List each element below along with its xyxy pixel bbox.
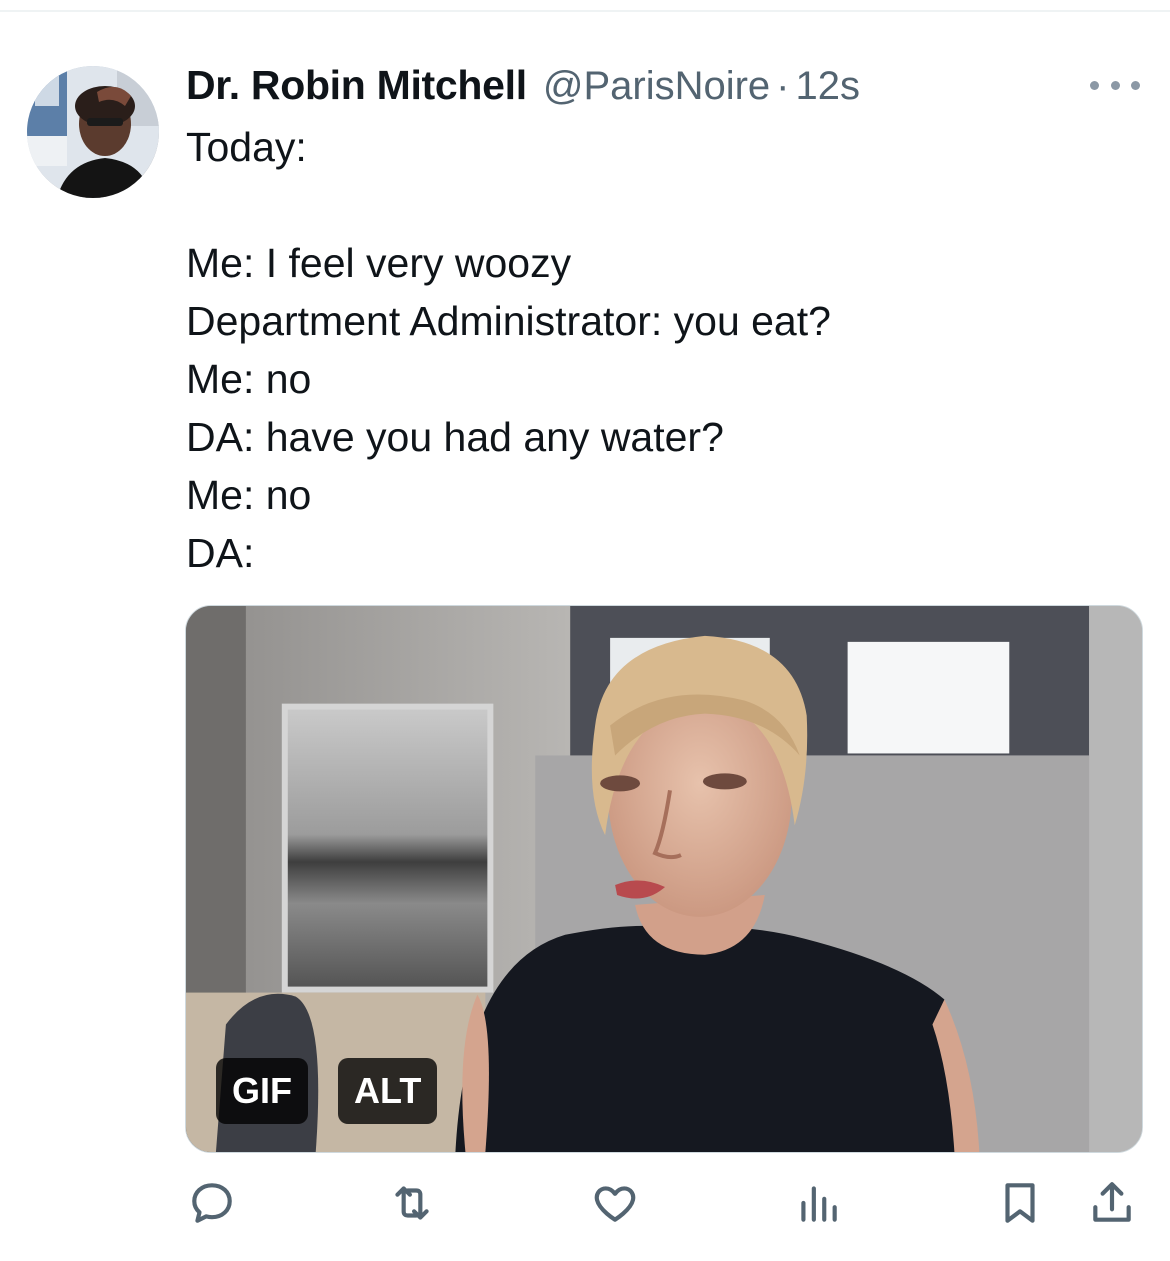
tweet-text-line: Me: I feel very woozy	[186, 240, 572, 286]
avatar-image	[27, 66, 159, 198]
reply-button[interactable]	[182, 1172, 242, 1234]
tweet-text-line	[186, 176, 1136, 234]
views-icon	[801, 1186, 837, 1222]
reply-icon	[192, 1183, 232, 1223]
retweet-icon	[395, 1186, 429, 1220]
like-button[interactable]	[585, 1172, 645, 1234]
views-button[interactable]	[788, 1172, 848, 1234]
tweet-text-line: Today:	[186, 124, 307, 170]
author-name[interactable]: Dr. Robin Mitchell	[186, 62, 527, 109]
tweet-card[interactable]: Dr. Robin Mitchell @ParisNoire · 12s Tod…	[0, 0, 1170, 1261]
timestamp[interactable]: 12s	[796, 64, 861, 109]
gif-media[interactable]: GIF ALT	[185, 605, 1143, 1153]
tweet-text-line: Me: no	[186, 472, 312, 518]
tweet-text-line: Me: no	[186, 356, 312, 402]
like-icon	[594, 1186, 636, 1222]
more-options-icon[interactable]	[1090, 74, 1140, 96]
separator-dot: ·	[776, 64, 790, 108]
gif-frame	[186, 606, 1142, 1152]
alt-text-badge[interactable]: ALT	[338, 1058, 438, 1124]
bookmark-button[interactable]	[990, 1172, 1050, 1234]
tweet-text-line: Department Administrator: you eat?	[186, 298, 831, 344]
action-bar	[0, 1172, 1170, 1234]
tweet-text-line: DA:	[186, 530, 255, 576]
share-icon	[1093, 1182, 1131, 1222]
tweet-header: Dr. Robin Mitchell @ParisNoire · 12s	[186, 62, 860, 112]
tweet-text-line: DA: have you had any water?	[186, 414, 724, 460]
gif-badge[interactable]: GIF	[216, 1058, 308, 1124]
avatar[interactable]	[27, 66, 159, 198]
tweet-text: Today: Me: I feel very woozy Department …	[186, 118, 1136, 582]
share-button[interactable]	[1082, 1172, 1142, 1234]
bookmark-icon	[1005, 1183, 1035, 1223]
retweet-button[interactable]	[382, 1172, 442, 1234]
author-handle[interactable]: @ParisNoire	[543, 64, 770, 109]
